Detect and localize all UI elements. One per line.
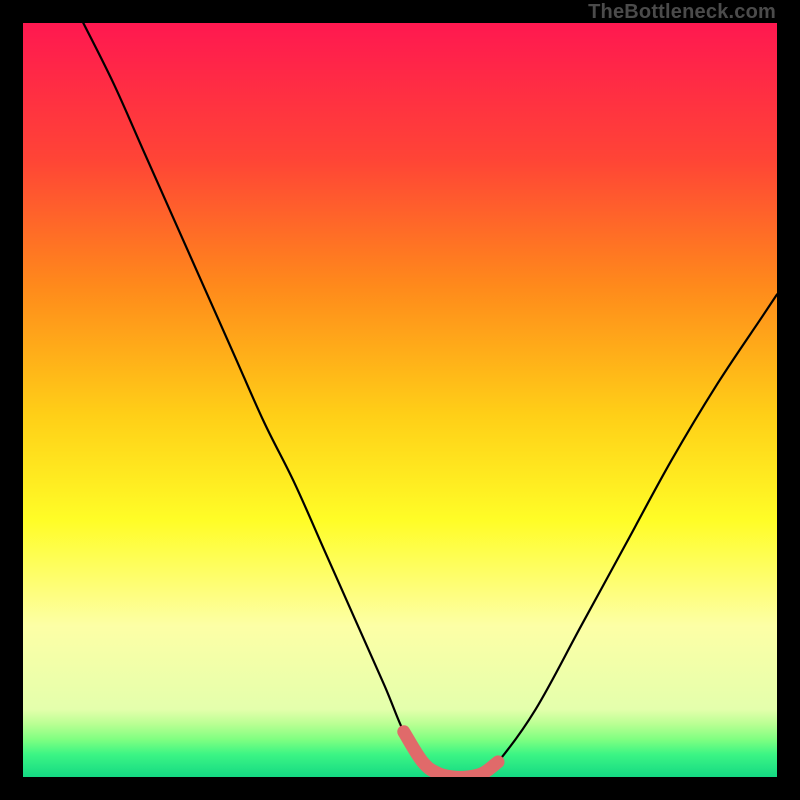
optimal-range-highlight: [404, 732, 498, 777]
curve-layer: [23, 23, 777, 777]
chart-frame: TheBottleneck.com: [0, 0, 800, 800]
bottleneck-curve: [83, 23, 777, 777]
plot-area: [23, 23, 777, 777]
watermark-text: TheBottleneck.com: [588, 1, 776, 24]
